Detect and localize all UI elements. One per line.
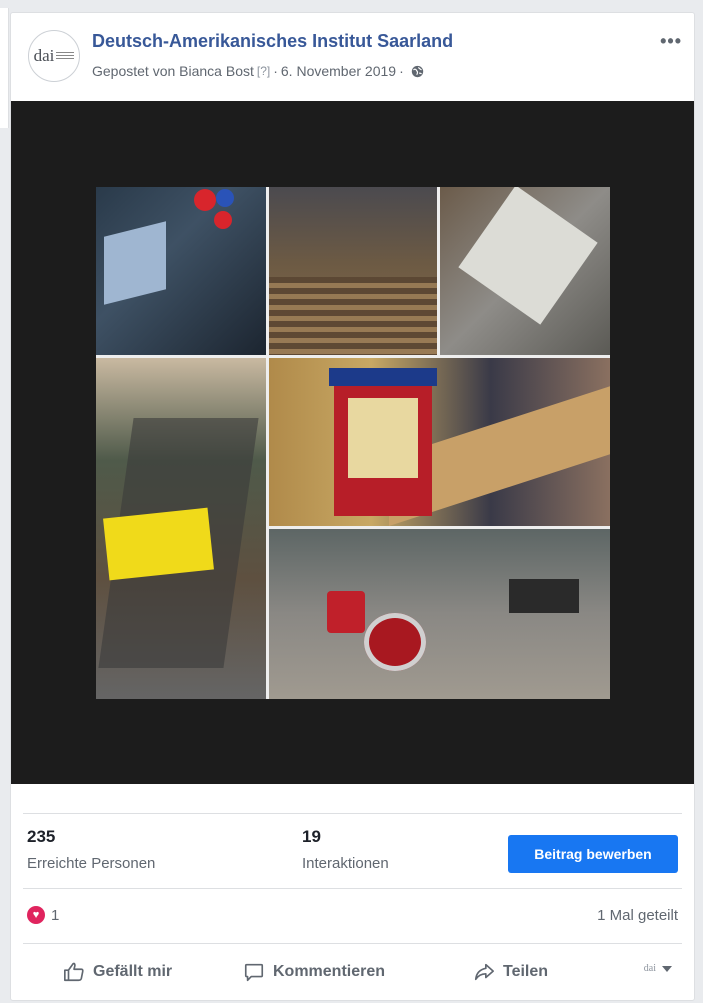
page-name-link[interactable]: Deutsch-Amerikanisches Institut Saarland xyxy=(92,31,453,52)
reach-label: Erreichte Personen xyxy=(27,855,156,872)
post-header: dai Deutsch-Amerikanisches Institut Saar… xyxy=(11,13,694,101)
balloon-red-2 xyxy=(214,211,232,229)
like-label: Gefällt mir xyxy=(93,963,173,980)
globe-icon[interactable] xyxy=(411,65,424,78)
photo-popcorn-stand xyxy=(269,358,610,526)
posted-by[interactable]: Gepostet von Bianca Bost xyxy=(92,63,254,79)
bass-drum xyxy=(364,613,426,671)
photo-drum-kit xyxy=(269,529,610,699)
projection-screen xyxy=(104,221,166,305)
avatar-logo-lines xyxy=(56,51,75,61)
top-strip xyxy=(0,0,703,8)
seat-rows xyxy=(269,277,437,355)
photo-collage[interactable] xyxy=(96,187,610,699)
page-identity-selector[interactable]: dai xyxy=(644,963,672,974)
interactions-stat: 19 Interaktionen xyxy=(302,827,389,872)
photo-auditorium-seats xyxy=(269,187,437,355)
post-date[interactable]: 6. November 2019 xyxy=(281,63,396,79)
left-edge xyxy=(0,8,9,128)
yellow-poster xyxy=(103,507,214,581)
comment-icon xyxy=(244,963,264,982)
boost-post-button[interactable]: Beitrag bewerben xyxy=(508,835,678,873)
more-icon[interactable]: ••• xyxy=(660,31,682,52)
post-card: dai Deutsch-Amerikanisches Institut Saar… xyxy=(10,12,695,1001)
reach-stat: 235 Erreichte Personen xyxy=(27,827,155,872)
share-button[interactable]: Teilen xyxy=(473,955,548,989)
post-meta: Gepostet von Bianca Bost [?] · 6. Novemb… xyxy=(92,63,424,79)
photo-auditorium-stage xyxy=(96,187,266,355)
meta-separator: · xyxy=(273,63,278,79)
page-avatar[interactable]: dai xyxy=(28,30,80,82)
snare-drum xyxy=(327,591,365,633)
photo-area[interactable] xyxy=(11,101,694,784)
meta-separator-2: · xyxy=(399,63,404,79)
comment-label: Kommentieren xyxy=(273,963,386,980)
divider-3 xyxy=(23,943,682,944)
reaction-count: 1 xyxy=(51,906,60,924)
info-board xyxy=(458,187,598,325)
like-button[interactable]: Gefällt mir xyxy=(63,955,172,989)
balloon-red xyxy=(194,189,216,211)
help-mark[interactable]: [?] xyxy=(257,64,270,78)
photo-poster-wall xyxy=(96,358,266,699)
balloon-blue xyxy=(216,189,234,207)
avatar-logo-text: dai xyxy=(33,46,55,65)
heart-reaction-icon: ♥ xyxy=(27,906,45,924)
like-icon xyxy=(64,962,84,982)
selector-avatar-text: dai xyxy=(643,963,656,974)
divider-2 xyxy=(23,888,682,889)
photo-info-board xyxy=(440,187,610,355)
reactions-summary[interactable]: ♥ 1 xyxy=(27,906,59,924)
share-label: Teilen xyxy=(503,963,549,980)
interactions-value: 19 xyxy=(302,827,321,846)
keyboard-stand xyxy=(509,579,579,613)
share-icon xyxy=(474,963,494,981)
interactions-label: Interaktionen xyxy=(302,855,389,872)
reach-value: 235 xyxy=(27,827,56,846)
chevron-down-icon xyxy=(662,965,672,972)
comment-button[interactable]: Kommentieren xyxy=(243,955,385,989)
divider xyxy=(23,813,682,814)
popcorn-machine xyxy=(329,368,437,516)
share-count[interactable]: 1 Mal geteilt xyxy=(597,907,678,924)
